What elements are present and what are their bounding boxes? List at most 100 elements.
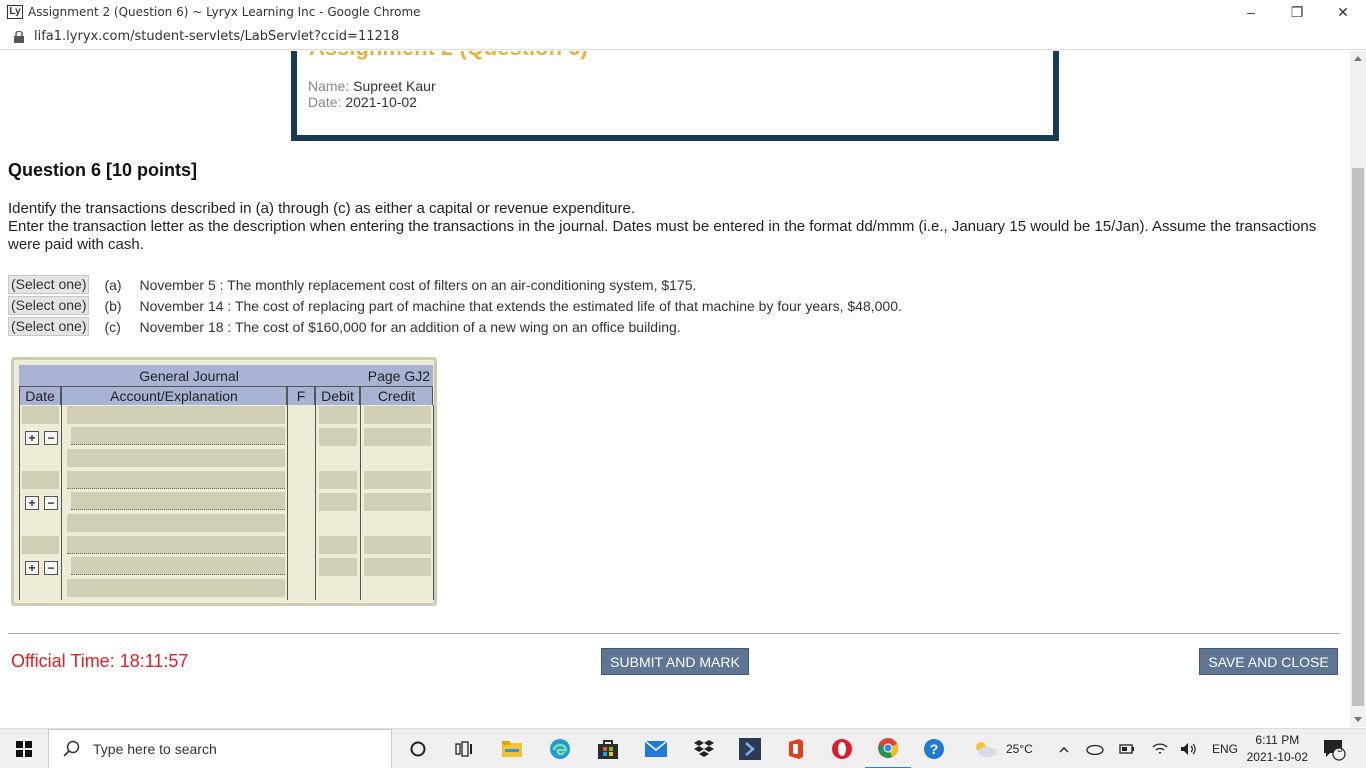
windows-logo-icon [16,741,32,757]
expenditure-type-select[interactable]: (Select one) [8,296,90,315]
col-header-debit: Debit [315,386,360,405]
scroll-down-arrow-icon[interactable] [1354,717,1362,722]
debit-input[interactable] [319,493,357,511]
transaction-row: (Select one) (c) November 18 : The cost … [8,316,902,337]
search-placeholder: Type here to search [93,741,217,757]
add-row-button[interactable]: + [25,496,39,510]
column-divider [433,405,434,600]
credit-input[interactable] [364,536,431,554]
date-input[interactable] [22,536,59,554]
taskbar-search[interactable]: Type here to search [48,729,392,768]
clock-date: 2021-10-02 [1246,750,1308,764]
mail-icon[interactable] [633,729,679,768]
assignment-title: Assignment 2 (Question 6) [309,51,588,61]
volume-icon[interactable] [1180,729,1198,768]
debit-input[interactable] [319,558,357,576]
add-row-button[interactable]: + [25,431,39,445]
transaction-text: November 14 : The cost of replacing part… [139,297,902,314]
start-button[interactable] [0,729,48,768]
date-input[interactable] [22,406,59,424]
scrollbar-thumb[interactable] [1352,168,1364,706]
store-icon[interactable] [585,729,631,768]
weather-cloud-sun-icon [976,742,996,757]
name-value: Supreet Kaur [353,78,436,94]
submit-and-mark-button[interactable]: SUBMIT AND MARK [601,648,749,675]
notification-center[interactable]: 5 [1322,729,1346,768]
restore-button[interactable]: ❐ [1274,0,1320,24]
weather-temperature: 25°C [1006,742,1033,756]
credit-input[interactable] [364,493,431,511]
window-title: Assignment 2 (Question 6) ~ Lyryx Learni… [28,5,421,19]
journal-page: Page GJ2 [367,368,430,384]
opera-icon[interactable] [819,729,865,768]
date-value: 2021-10-02 [345,94,417,110]
debit-input[interactable] [319,471,357,489]
chrome-icon[interactable] [865,729,911,768]
account-input[interactable] [67,471,285,489]
credit-input[interactable] [364,428,431,446]
col-header-account: Account/Explanation [61,386,287,405]
weather-widget[interactable]: 25°C [972,729,1033,768]
explanation-input[interactable] [67,579,285,597]
explanation-input[interactable] [67,514,285,532]
expenditure-type-select[interactable]: (Select one) [8,275,90,294]
instruction-line: Identify the transactions described in (… [8,200,636,217]
save-and-close-button[interactable]: SAVE AND CLOSE [1199,648,1338,675]
transaction-list: (Select one) (a) November 5 : The monthl… [8,274,902,337]
debit-input[interactable] [319,406,357,424]
help-icon[interactable]: ? [911,729,957,768]
credit-input[interactable] [364,558,431,576]
remove-row-button[interactable]: − [44,431,58,445]
assignment-header-box: Assignment 2 (Question 6) Name: Supreet … [291,51,1059,141]
column-divider [61,405,62,600]
cortana-icon[interactable] [395,729,441,768]
url-text[interactable]: lifa1.lyryx.com/student-servlets/LabServ… [34,29,399,44]
account-input[interactable] [71,427,285,445]
date-input[interactable] [22,471,59,489]
powershell-icon[interactable] [727,729,773,768]
explanation-input[interactable] [67,449,285,467]
credit-input[interactable] [364,471,431,489]
official-time: Official Time: 18:11:57 [11,651,189,671]
show-hidden-icons-chevron-icon[interactable] [1055,729,1073,768]
account-input[interactable] [71,492,285,510]
debit-input[interactable] [319,536,357,554]
debit-input[interactable] [319,428,357,446]
close-button[interactable]: ✕ [1320,0,1366,24]
name-label: Name: [308,78,350,94]
lyryx-app-icon: Ly [7,5,23,19]
journal-title: General Journal [139,368,239,384]
question-instructions: Identify the transactions described in (… [8,200,1328,254]
lock-icon [14,30,24,43]
remove-row-button[interactable]: − [44,496,58,510]
account-input[interactable] [67,406,285,424]
system-clock[interactable]: 6:11 PM 2021-10-02 [1247,732,1308,766]
clock-time: 6:11 PM [1255,733,1300,747]
transaction-row: (Select one) (a) November 5 : The monthl… [8,274,902,295]
dropbox-icon[interactable] [681,729,727,768]
task-view-icon[interactable] [441,729,487,768]
onedrive-icon[interactable] [1086,729,1104,768]
page-content: Assignment 2 (Question 6) Name: Supreet … [0,51,1350,727]
account-input[interactable] [71,557,285,575]
remove-row-button[interactable]: − [44,561,58,575]
file-explorer-icon[interactable] [489,729,535,768]
wifi-icon[interactable] [1152,729,1168,768]
minimize-button[interactable]: – [1228,0,1274,24]
edge-browser-icon[interactable] [537,729,583,768]
column-divider [315,405,316,600]
transaction-letter: (b) [104,297,122,314]
journal-body: + − + − + − [19,405,434,600]
battery-icon[interactable] [1119,729,1135,768]
address-bar[interactable]: lifa1.lyryx.com/student-servlets/LabServ… [0,24,1366,50]
account-input[interactable] [67,536,285,554]
expenditure-type-select[interactable]: (Select one) [8,317,90,336]
office-icon[interactable] [773,729,819,768]
input-language[interactable]: ENG [1212,729,1238,768]
transaction-letter: (c) [104,318,121,335]
scroll-up-arrow-icon[interactable] [1354,56,1362,61]
vertical-scrollbar[interactable] [1350,51,1366,727]
notification-count: 5 [1337,744,1343,755]
credit-input[interactable] [364,406,431,424]
add-row-button[interactable]: + [25,561,39,575]
